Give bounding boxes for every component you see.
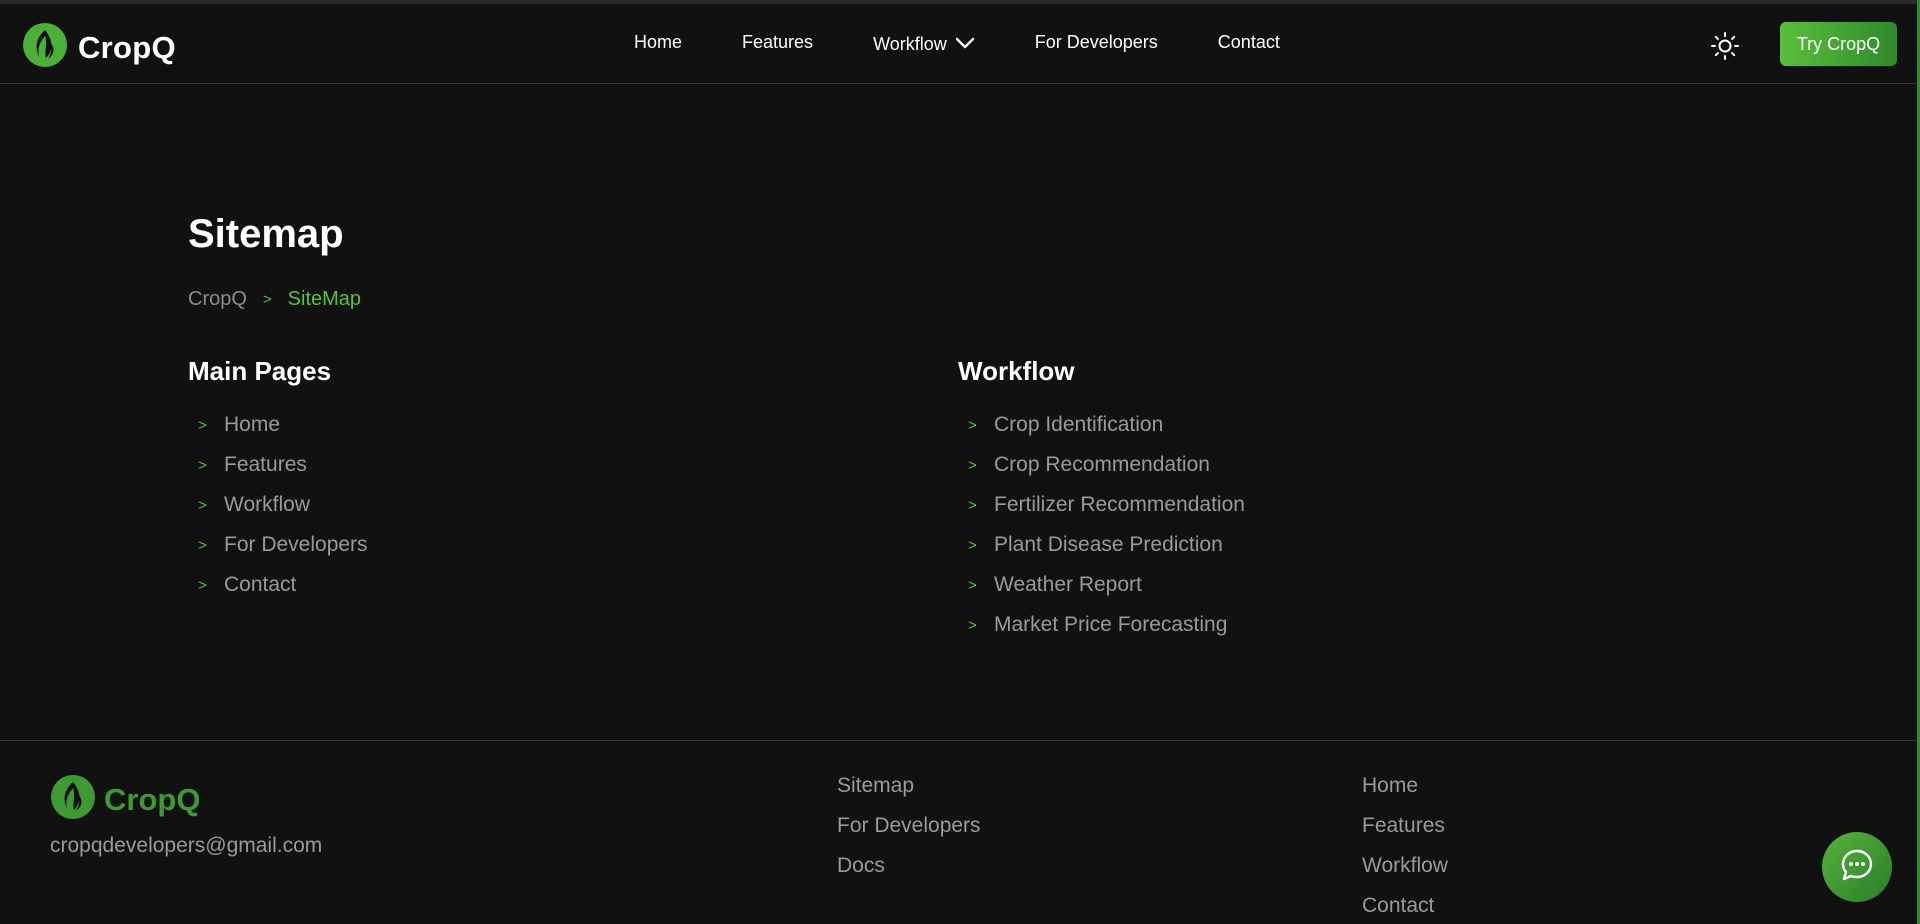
site-header: CropQ Home Features Workflow For Develop… bbox=[0, 4, 1917, 84]
sitemap-link-plant-disease-prediction[interactable]: > Plant Disease Prediction bbox=[958, 525, 1245, 565]
breadcrumb-separator: > bbox=[262, 291, 272, 308]
leaf-flame-icon bbox=[22, 22, 68, 73]
footer-brand-link[interactable]: CropQ bbox=[50, 774, 200, 825]
footer-link-sitemap[interactable]: Sitemap bbox=[837, 774, 981, 814]
nav-home[interactable]: Home bbox=[634, 32, 682, 53]
sitemap-link-crop-identification[interactable]: > Crop Identification bbox=[958, 405, 1245, 445]
sitemap-link-label: Market Price Forecasting bbox=[994, 613, 1228, 636]
sitemap-link-label: Features bbox=[224, 453, 307, 476]
sitemap-link-home[interactable]: > Home bbox=[188, 405, 368, 445]
footer-divider bbox=[0, 740, 1917, 741]
chevron-right-icon: > bbox=[968, 456, 977, 474]
nav-for-developers-label: For Developers bbox=[1034, 32, 1158, 52]
footer-links-col2: Home Features Workflow Contact bbox=[1362, 774, 1448, 924]
nav-home-label: Home bbox=[634, 32, 683, 52]
chat-button[interactable] bbox=[1822, 832, 1892, 902]
nav-workflow-label: Workflow bbox=[873, 34, 947, 54]
sitemap-link-fertilizer-recommendation[interactable]: > Fertilizer Recommendation bbox=[958, 485, 1245, 525]
sitemap-link-workflow[interactable]: > Workflow bbox=[188, 485, 368, 525]
nav-contact-label: Contact bbox=[1217, 32, 1280, 52]
footer-link-home[interactable]: Home bbox=[1362, 774, 1448, 814]
sitemap-link-market-price-forecasting[interactable]: > Market Price Forecasting bbox=[958, 605, 1245, 645]
main-pages-heading: Main Pages bbox=[188, 356, 332, 386]
sitemap-link-label: Crop Recommendation bbox=[994, 453, 1210, 476]
footer-link-workflow[interactable]: Workflow bbox=[1362, 854, 1448, 894]
sitemap-link-contact[interactable]: > Contact bbox=[188, 565, 368, 605]
footer-brand-name: CropQ bbox=[104, 781, 201, 817]
workflow-list: > Crop Identification > Crop Recommendatio… bbox=[958, 405, 1245, 645]
chevron-right-icon: > bbox=[198, 416, 207, 434]
chevron-down-icon bbox=[955, 34, 975, 55]
chevron-right-icon: > bbox=[968, 416, 977, 434]
chevron-right-icon: > bbox=[968, 496, 977, 514]
sitemap-link-for-developers[interactable]: > For Developers bbox=[188, 525, 368, 565]
nav-features[interactable]: Features bbox=[742, 32, 813, 53]
workflow-heading: Workflow bbox=[958, 356, 1075, 386]
breadcrumb: CropQ > SiteMap bbox=[188, 288, 361, 311]
nav-workflow-dropdown[interactable]: Workflow bbox=[873, 34, 975, 55]
chat-bubble-icon bbox=[1839, 847, 1875, 888]
page-title: Sitemap bbox=[188, 212, 344, 256]
chevron-right-icon: > bbox=[968, 616, 977, 634]
breadcrumb-current: SiteMap bbox=[287, 288, 362, 310]
sitemap-link-label: Plant Disease Prediction bbox=[994, 533, 1223, 556]
footer-link-for-developers[interactable]: For Developers bbox=[837, 814, 981, 854]
chevron-right-icon: > bbox=[198, 496, 207, 514]
sun-icon bbox=[1710, 32, 1740, 65]
breadcrumb-root-link[interactable]: CropQ bbox=[188, 288, 247, 311]
footer-link-contact[interactable]: Contact bbox=[1362, 894, 1448, 924]
leaf-flame-icon bbox=[50, 774, 96, 825]
nav-for-developers[interactable]: For Developers bbox=[1035, 32, 1158, 53]
footer-link-docs[interactable]: Docs bbox=[837, 854, 981, 894]
sitemap-link-label: Home bbox=[224, 413, 281, 436]
sitemap-link-label: Weather Report bbox=[994, 573, 1142, 596]
sitemap-link-crop-recommendation[interactable]: > Crop Recommendation bbox=[958, 445, 1245, 485]
chevron-right-icon: > bbox=[198, 576, 207, 594]
sitemap-link-weather-report[interactable]: > Weather Report bbox=[958, 565, 1245, 605]
footer-link-features[interactable]: Features bbox=[1362, 814, 1448, 854]
chevron-right-icon: > bbox=[968, 576, 977, 594]
sitemap-link-label: Fertilizer Recommendation bbox=[994, 493, 1245, 516]
main-pages-list: > Home > Features > Workflow > For Developer… bbox=[188, 405, 368, 605]
chevron-right-icon: > bbox=[198, 456, 207, 474]
sitemap-link-label: For Developers bbox=[224, 533, 368, 556]
sitemap-link-label: Workflow bbox=[224, 493, 310, 516]
footer-links-col1: Sitemap For Developers Docs bbox=[837, 774, 981, 894]
main-nav: Home Features Workflow For Developers Co… bbox=[634, 30, 1280, 55]
sitemap-link-features[interactable]: > Features bbox=[188, 445, 368, 485]
brand-name: CropQ bbox=[78, 29, 176, 65]
sitemap-link-label: Contact bbox=[224, 573, 297, 596]
brand-link[interactable]: CropQ bbox=[22, 22, 176, 73]
try-cropq-button[interactable]: Try CropQ bbox=[1780, 22, 1897, 66]
nav-features-label: Features bbox=[742, 32, 814, 52]
nav-contact[interactable]: Contact bbox=[1218, 32, 1280, 53]
chevron-right-icon: > bbox=[198, 536, 207, 554]
sitemap-link-label: Crop Identification bbox=[994, 413, 1164, 436]
chevron-right-icon: > bbox=[968, 536, 977, 554]
footer-email-link[interactable]: cropqdevelopers@gmail.com bbox=[50, 834, 322, 858]
theme-toggle-button[interactable] bbox=[1710, 31, 1740, 61]
